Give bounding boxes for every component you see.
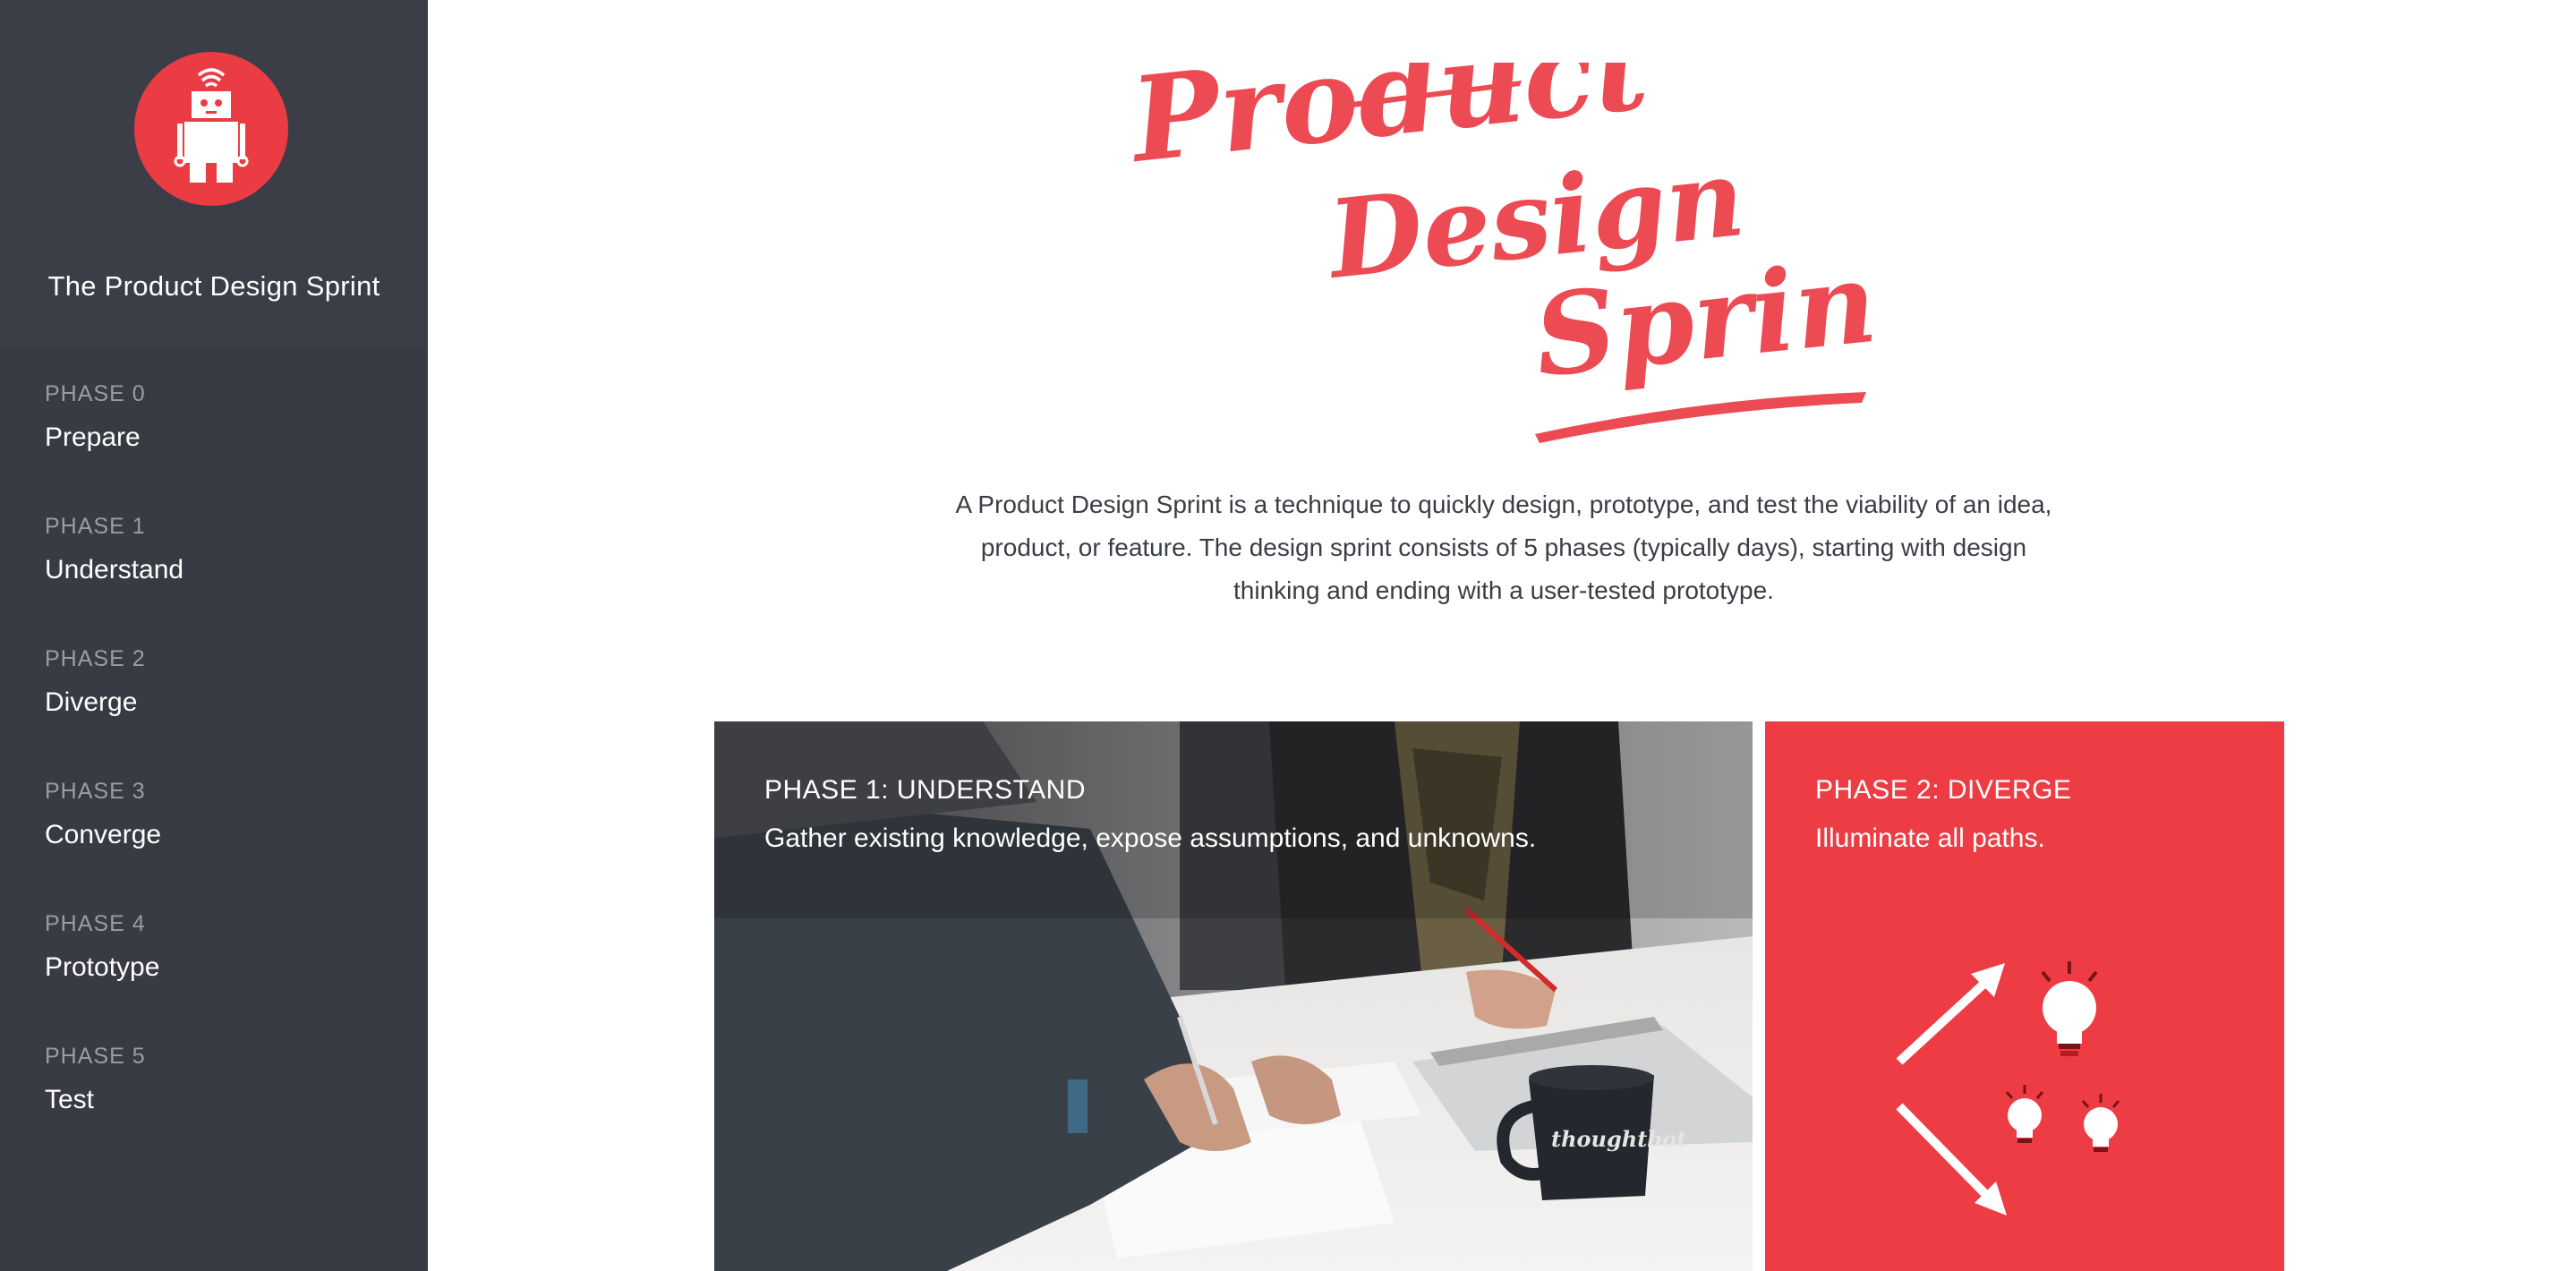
card-title: PHASE 1: UNDERSTAND [764,775,1087,805]
nav-list-item: PHASE 2 Diverge [0,614,428,746]
nav-list-item: PHASE 3 Converge [0,746,428,879]
intro-paragraph: A Product Design Sprint is a technique t… [955,490,2052,604]
sidebar-item-understand[interactable]: PHASE 1 Understand [0,482,428,614]
hero-logo-underline [1535,392,1866,443]
sidebar-item-phase: PHASE 3 [45,779,146,804]
card-subtitle: Gather existing knowledge, expose assump… [764,823,1537,853]
phase-nav: PHASE 0 Prepare PHASE 1 Understand PHASE… [0,349,428,1144]
sidebar: The Product Design Sprint PHASE 0 Prepar… [0,0,428,1271]
sidebar-item-diverge[interactable]: PHASE 2 Diverge [0,614,428,746]
sidebar-item-prepare[interactable]: PHASE 0 Prepare [0,349,428,482]
nav-list-item: PHASE 0 Prepare [0,349,428,482]
sidebar-item-phase: PHASE 5 [45,1044,146,1069]
mug-logo: thoughtbot [1551,1126,1686,1152]
sidebar-item-label: Prepare [45,422,141,452]
sidebar-item-phase: PHASE 2 [45,646,146,671]
sidebar-item-phase: PHASE 1 [45,514,146,539]
nav-list-item: PHASE 1 Understand [0,482,428,614]
sidebar-item-label: Converge [45,820,162,849]
brand-title[interactable]: The Product Design Sprint [0,270,428,303]
sidebar-item-label: Prototype [45,952,160,982]
sidebar-item-test[interactable]: PHASE 5 Test [0,1011,428,1144]
sidebar-item-label: Understand [45,555,184,584]
sidebar-item-converge[interactable]: PHASE 3 Converge [0,746,428,879]
sidebar-item-prototype[interactable]: PHASE 4 Prototype [0,879,428,1011]
card-subtitle: Illuminate all paths. [1815,823,2045,853]
phase-2-card[interactable]: PHASE 2: DIVERGE Illuminate all paths. [1765,721,2284,1271]
nav-list-item: PHASE 5 Test [0,1011,428,1144]
sidebar-item-label: Test [45,1085,95,1114]
sidebar-header: The Product Design Sprint [0,0,428,349]
sidebar-item-phase: PHASE 4 [45,911,146,936]
sidebar-item-label: Diverge [45,687,138,717]
robot-logo-icon[interactable] [134,52,288,206]
arrows-lightbulbs-icon [1896,961,2120,1216]
nav-list-item: PHASE 4 Prototype [0,879,428,1011]
phase-1-card[interactable]: thoughtbot PHASE 1: UNDERSTAND Gather ex… [714,721,1753,1271]
card-title: PHASE 2: DIVERGE [1815,775,2072,805]
hero-logo: Product Design Sprint [1122,63,1880,443]
sidebar-item-phase: PHASE 0 [45,381,146,406]
